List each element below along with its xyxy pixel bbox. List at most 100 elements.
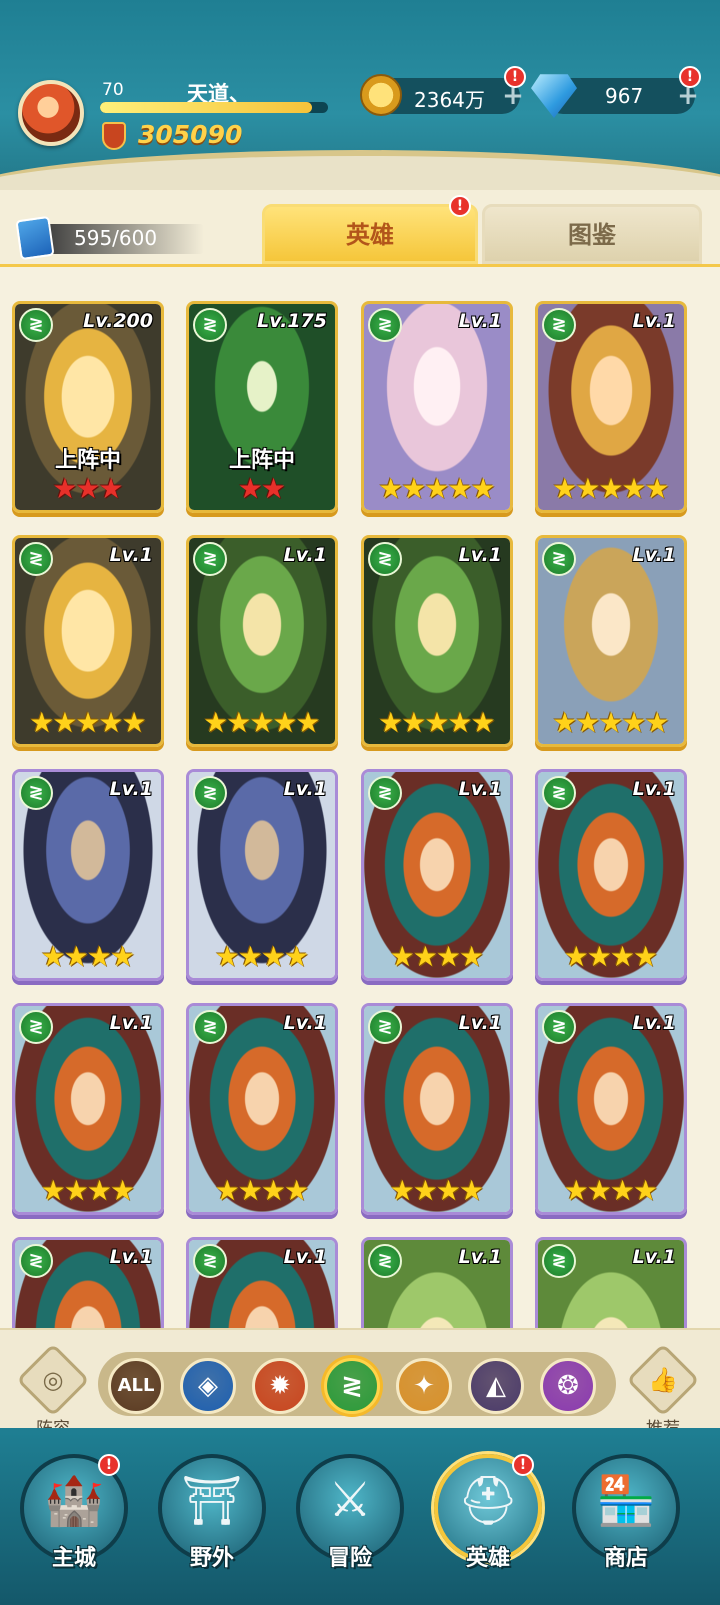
hero-level: Lv.1: [458, 1012, 502, 1034]
top-header: 70 天道、 305090 2364万 + ! 967 + !: [0, 0, 720, 190]
star-rating: ★★★★: [364, 1176, 510, 1208]
star-icon: ★: [424, 706, 450, 739]
hero-card[interactable]: ≷Lv.1★★★★: [186, 1003, 338, 1215]
hero-card[interactable]: ≷Lv.1★★★★: [535, 769, 687, 981]
add-gold-button[interactable]: +: [502, 83, 524, 109]
hero-card[interactable]: ≷ Lv.200 上阵中 ★★★: [12, 301, 164, 513]
helmet-icon: ⛑: [457, 1473, 519, 1529]
star-icon: ★: [203, 706, 229, 739]
hero-card[interactable]: ≷ Lv.1 ★★★★★: [535, 535, 687, 747]
hero-list[interactable]: ≷ Lv.200 上阵中 ★★★ ≷ Lv.175 上阵中 ★★ ≷ Lv.1 ★★★★★ ≷ Lv.1…: [0, 264, 720, 1328]
hero-card[interactable]: ≷ Lv.1 ★★★★★: [12, 535, 164, 747]
star-icon: ★: [214, 940, 240, 973]
star-icon: ★: [470, 706, 496, 739]
hero-card[interactable]: ≷ Lv.1 ★★★★★: [361, 535, 513, 747]
hero-card[interactable]: ≷Lv.1★★★★: [361, 1237, 513, 1328]
hero-count-value: 595/600: [74, 226, 158, 250]
hero-level: Lv.1: [458, 1246, 502, 1268]
hero-card[interactable]: ≷Lv.1★★★★: [535, 1003, 687, 1215]
star-rating: ★★★★★: [15, 708, 161, 740]
player-avatar[interactable]: [18, 80, 84, 146]
hero-card[interactable]: ≷Lv.1★★★★: [12, 1003, 164, 1215]
filter-arcane-icon[interactable]: ❂: [540, 1358, 596, 1414]
hero-level: Lv.1: [283, 778, 327, 800]
star-icon: ★: [586, 940, 612, 973]
nav-helmet[interactable]: ⛑ 英雄!: [434, 1454, 542, 1571]
wind-faction-icon: ≷: [368, 542, 402, 576]
star-icon: ★: [98, 472, 124, 505]
gold-coin-icon: [360, 74, 402, 116]
power-shield-icon: [102, 122, 126, 150]
hero-card[interactable]: ≷ Lv.1 ★★★★★: [361, 301, 513, 513]
tab-codex[interactable]: 图鉴: [482, 204, 702, 264]
tab-heroes[interactable]: 英雄 !: [262, 195, 478, 264]
star-icon: ★: [29, 706, 55, 739]
nav-castle[interactable]: 🏰 主城!: [20, 1454, 128, 1571]
add-gem-button[interactable]: +: [677, 83, 699, 109]
wind-faction-icon: ≷: [542, 1010, 576, 1044]
star-icon: ★: [214, 1174, 240, 1207]
hero-level: Lv.1: [283, 544, 327, 566]
star-icon: ★: [249, 706, 275, 739]
filter-all-icon[interactable]: ALL: [108, 1358, 164, 1414]
hero-level: Lv.1: [632, 310, 676, 332]
wind-faction-icon: ≷: [19, 308, 53, 342]
star-icon: ★: [563, 940, 589, 973]
filter-dark-icon[interactable]: ◭: [468, 1358, 524, 1414]
gold-resource: 2364万 + !: [360, 66, 526, 116]
gem-amount: 967: [605, 84, 644, 108]
filter-wind-icon[interactable]: ≷: [324, 1358, 380, 1414]
star-rating: ★★★★★: [364, 708, 510, 740]
hero-card[interactable]: ≷Lv.1★★★★: [361, 769, 513, 981]
tab-heroes-alert-icon: !: [449, 195, 471, 217]
star-rating: ★★★★: [538, 942, 684, 974]
exp-bar-fill: [100, 102, 313, 113]
deployed-status: 上阵中: [228, 448, 295, 473]
star-icon: ★: [401, 706, 427, 739]
star-icon: ★: [633, 1174, 659, 1207]
wind-faction-icon: ≷: [193, 308, 227, 342]
hero-card[interactable]: ≷Lv.1★★★★: [535, 1237, 687, 1328]
nav-shop[interactable]: 🏪 商店: [572, 1454, 680, 1571]
hero-card-count[interactable]: 595/600: [14, 215, 204, 261]
star-icon: ★: [75, 472, 101, 505]
star-icon: ★: [424, 472, 450, 505]
nav-portal[interactable]: ⛩ 野外: [158, 1454, 266, 1571]
hero-level: Lv.1: [283, 1012, 327, 1034]
hero-level: Lv.175: [257, 310, 327, 332]
filter-fire-icon[interactable]: ✹: [252, 1358, 308, 1414]
hero-card[interactable]: ≷Lv.1★★★★: [361, 1003, 513, 1215]
star-icon: ★: [261, 472, 287, 505]
hero-card[interactable]: ≷ Lv.1 ★★★★★: [186, 535, 338, 747]
recommend-button[interactable]: 👍 推荐: [626, 1343, 700, 1439]
filter-light-icon[interactable]: ✦: [396, 1358, 452, 1414]
hero-card[interactable]: ≷ Lv.1 ★★★★★: [535, 301, 687, 513]
star-icon: ★: [40, 1174, 66, 1207]
star-icon: ★: [121, 706, 147, 739]
wind-faction-icon: ≷: [368, 776, 402, 810]
castle-icon: 🏰: [44, 1473, 104, 1529]
tab-codex-label: 图鉴: [568, 221, 616, 249]
star-icon: ★: [436, 1174, 462, 1207]
hero-card[interactable]: ≷Lv.1★★★★: [186, 769, 338, 981]
filter-water-icon[interactable]: ◈: [180, 1358, 236, 1414]
player-level: 70: [102, 80, 124, 100]
star-rating: ★★★★: [364, 942, 510, 974]
star-icon: ★: [598, 472, 624, 505]
lineup-icon: ◎: [42, 1366, 64, 1394]
nav-sword[interactable]: ⚔ 冒险: [296, 1454, 404, 1571]
wind-faction-icon: ≷: [368, 1244, 402, 1278]
nav-label: 野外: [189, 1546, 234, 1571]
hero-card[interactable]: ≷ Lv.175 上阵中 ★★: [186, 301, 338, 513]
nav-label: 商店: [603, 1546, 648, 1571]
portal-icon: ⛩: [181, 1473, 243, 1529]
star-rating: ★★★★: [538, 1176, 684, 1208]
hero-card[interactable]: ≷Lv.1★★★★: [186, 1237, 338, 1328]
hero-card[interactable]: ≷Lv.1★★★★: [12, 1237, 164, 1328]
star-rating: ★★★★: [15, 1176, 161, 1208]
exp-bar: [100, 102, 328, 113]
star-icon: ★: [447, 706, 473, 739]
lineup-button[interactable]: ◎ 阵容: [16, 1343, 90, 1439]
hero-level: Lv.1: [283, 1246, 327, 1268]
hero-card[interactable]: ≷Lv.1★★★★: [12, 769, 164, 981]
